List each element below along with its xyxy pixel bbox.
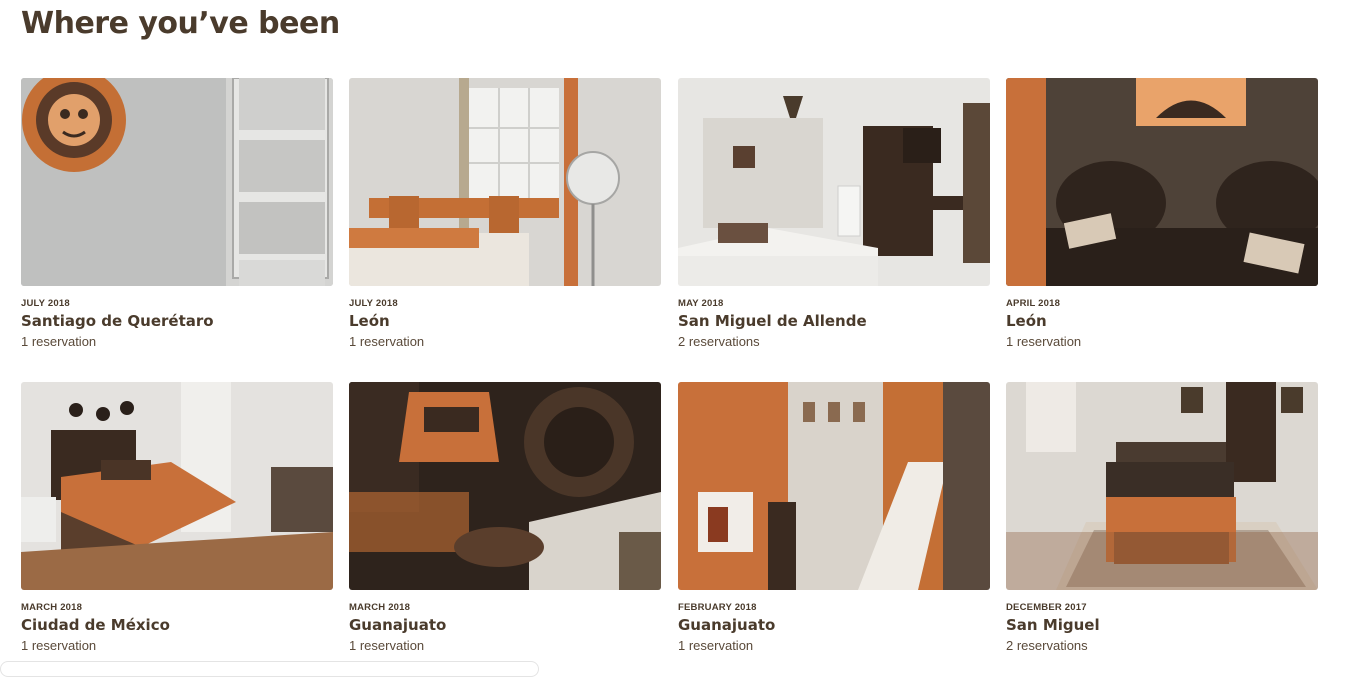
trip-date: APRIL 2018 [1006, 298, 1061, 309]
trip-photo[interactable] [21, 78, 333, 286]
trip-card[interactable]: JULY 2018 León 1 reservation [349, 78, 661, 349]
trip-photo[interactable] [678, 382, 990, 590]
trip-date: JULY 2018 [349, 298, 398, 309]
reservation-count: 1 reservation [349, 334, 425, 349]
reservation-count: 2 reservations [1006, 638, 1088, 653]
trip-date: MARCH 2018 [349, 602, 411, 613]
trip-city[interactable]: San Miguel [1006, 616, 1318, 634]
trip-city[interactable]: León [349, 312, 661, 330]
trip-card[interactable]: APRIL 2018 León 1 reservation [1006, 78, 1318, 349]
trip-city[interactable]: San Miguel de Allende [678, 312, 990, 330]
reservation-count: 1 reservation [21, 334, 97, 349]
page-title: Where you’ve been [21, 6, 340, 41]
trip-card[interactable]: JULY 2018 Santiago de Querétaro 1 reserv… [21, 78, 333, 349]
trip-photo[interactable] [1006, 78, 1318, 286]
trip-date: MARCH 2018 [21, 602, 83, 613]
trip-city[interactable]: León [1006, 312, 1318, 330]
trip-date: JULY 2018 [21, 298, 70, 309]
reservation-count: 1 reservation [678, 638, 754, 653]
trip-card[interactable]: MAY 2018 San Miguel de Allende 2 reserva… [678, 78, 990, 349]
bottom-panel-edge [0, 661, 539, 677]
trip-city[interactable]: Guanajuato [678, 616, 990, 634]
trip-city[interactable]: Ciudad de México [21, 616, 333, 634]
trip-card[interactable]: MARCH 2018 Guanajuato 1 reservation [349, 382, 661, 653]
trip-date: DECEMBER 2017 [1006, 602, 1087, 613]
trip-photo[interactable] [349, 382, 661, 590]
trip-card[interactable]: MARCH 2018 Ciudad de México 1 reservatio… [21, 382, 333, 653]
trip-card[interactable]: DECEMBER 2017 San Miguel 2 reservations [1006, 382, 1318, 653]
reservation-count: 1 reservation [1006, 334, 1082, 349]
trip-date: MAY 2018 [678, 298, 724, 309]
trip-photo[interactable] [21, 382, 333, 590]
trip-date: FEBRUARY 2018 [678, 602, 757, 613]
reservation-count: 1 reservation [21, 638, 97, 653]
trip-photo[interactable] [1006, 382, 1318, 590]
trip-photo[interactable] [678, 78, 990, 286]
trip-city[interactable]: Guanajuato [349, 616, 661, 634]
reservation-count: 2 reservations [678, 334, 760, 349]
trip-city[interactable]: Santiago de Querétaro [21, 312, 333, 330]
trip-card[interactable]: FEBRUARY 2018 Guanajuato 1 reservation [678, 382, 990, 653]
trip-photo[interactable] [349, 78, 661, 286]
reservation-count: 1 reservation [349, 638, 425, 653]
